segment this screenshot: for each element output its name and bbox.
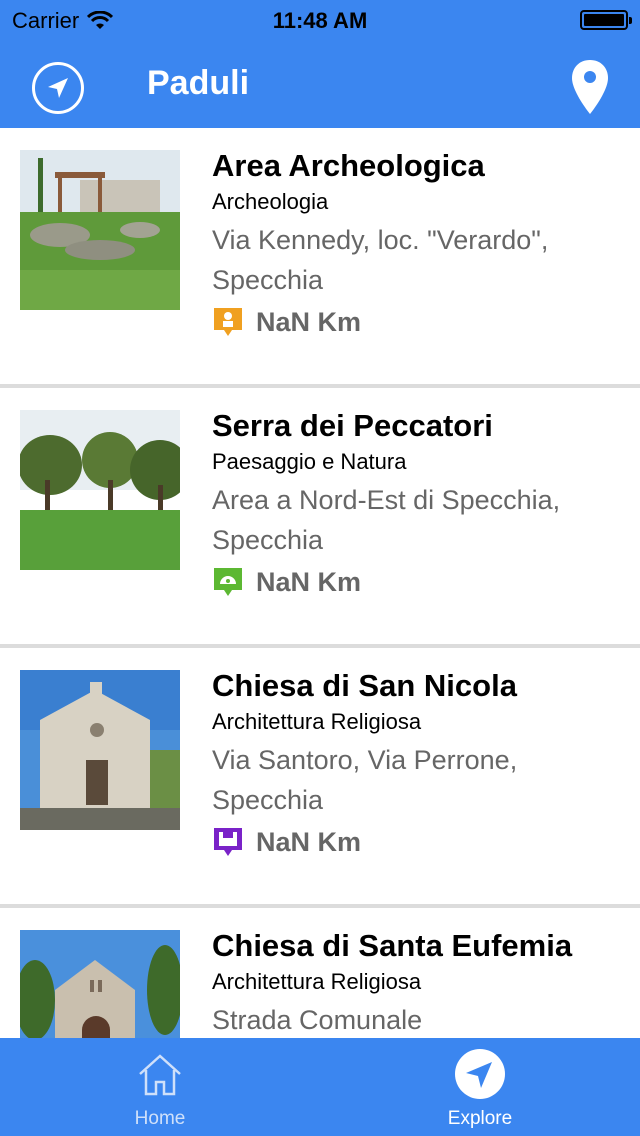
tab-home-label: Home [134, 1108, 186, 1129]
tab-explore[interactable]: Explore [320, 1038, 640, 1136]
top-bar: Carrier 11:48 AM Paduli [0, 0, 640, 128]
place-address: Strada Comunale [212, 1005, 423, 1035]
place-thumbnail [20, 410, 180, 570]
list-item[interactable]: Area Archeologica Archeologia Via Kenned… [0, 128, 640, 388]
navigation-bar: Paduli [0, 40, 640, 128]
nature-icon [214, 568, 242, 596]
archeology-icon [214, 308, 242, 336]
explore-icon [455, 1049, 505, 1099]
battery-icon [580, 10, 632, 30]
place-distance: NaN Km [212, 306, 630, 338]
list-item[interactable]: Chiesa di San Nicola Architettura Religi… [0, 648, 640, 908]
place-category: Architettura Religiosa [212, 969, 422, 994]
place-distance: NaN Km [212, 826, 630, 858]
tab-explore-label: Explore [447, 1108, 513, 1129]
place-thumbnail [20, 670, 180, 830]
status-time: 11:48 AM [272, 8, 368, 33]
place-category: Paesaggio e Natura [212, 449, 407, 474]
place-category: Archeologia [212, 189, 329, 214]
map-pin-icon [572, 60, 608, 114]
place-thumbnail [20, 150, 180, 310]
tab-bar: Home Explore [0, 1038, 640, 1136]
list-item[interactable]: Serra dei Peccatori Paesaggio e Natura A… [0, 388, 640, 648]
map-pin-button[interactable] [570, 58, 610, 116]
place-name: Chiesa di Santa Eufemia [212, 928, 573, 963]
status-bar: Carrier 11:48 AM [0, 0, 640, 40]
list-item[interactable]: Chiesa di Santa Eufemia Architettura Rel… [0, 908, 640, 1038]
place-name: Serra dei Peccatori [212, 408, 493, 443]
tab-home[interactable]: Home [0, 1038, 320, 1136]
home-icon [139, 1054, 181, 1096]
place-thumbnail [20, 930, 180, 1038]
location-arrow-button[interactable] [32, 62, 84, 114]
place-name: Chiesa di San Nicola [212, 668, 517, 703]
places-list: Area Archeologica Archeologia Via Kenned… [0, 128, 640, 1038]
religious-architecture-icon [214, 828, 242, 856]
place-address: Via Santoro, Via Perrone, Specchia [212, 745, 518, 815]
place-address: Via Kennedy, loc. "Verardo", Specchia [212, 225, 549, 295]
place-name: Area Archeologica [212, 148, 485, 183]
place-category: Architettura Religiosa [212, 709, 422, 734]
distance-label: NaN Km [256, 826, 362, 857]
page-title: Paduli [147, 64, 250, 102]
distance-label: NaN Km [256, 566, 362, 597]
place-distance: NaN Km [212, 566, 630, 598]
place-address: Area a Nord-Est di Specchia, Specchia [212, 485, 561, 555]
location-arrow-icon [48, 78, 68, 98]
distance-label: NaN Km [256, 306, 362, 337]
